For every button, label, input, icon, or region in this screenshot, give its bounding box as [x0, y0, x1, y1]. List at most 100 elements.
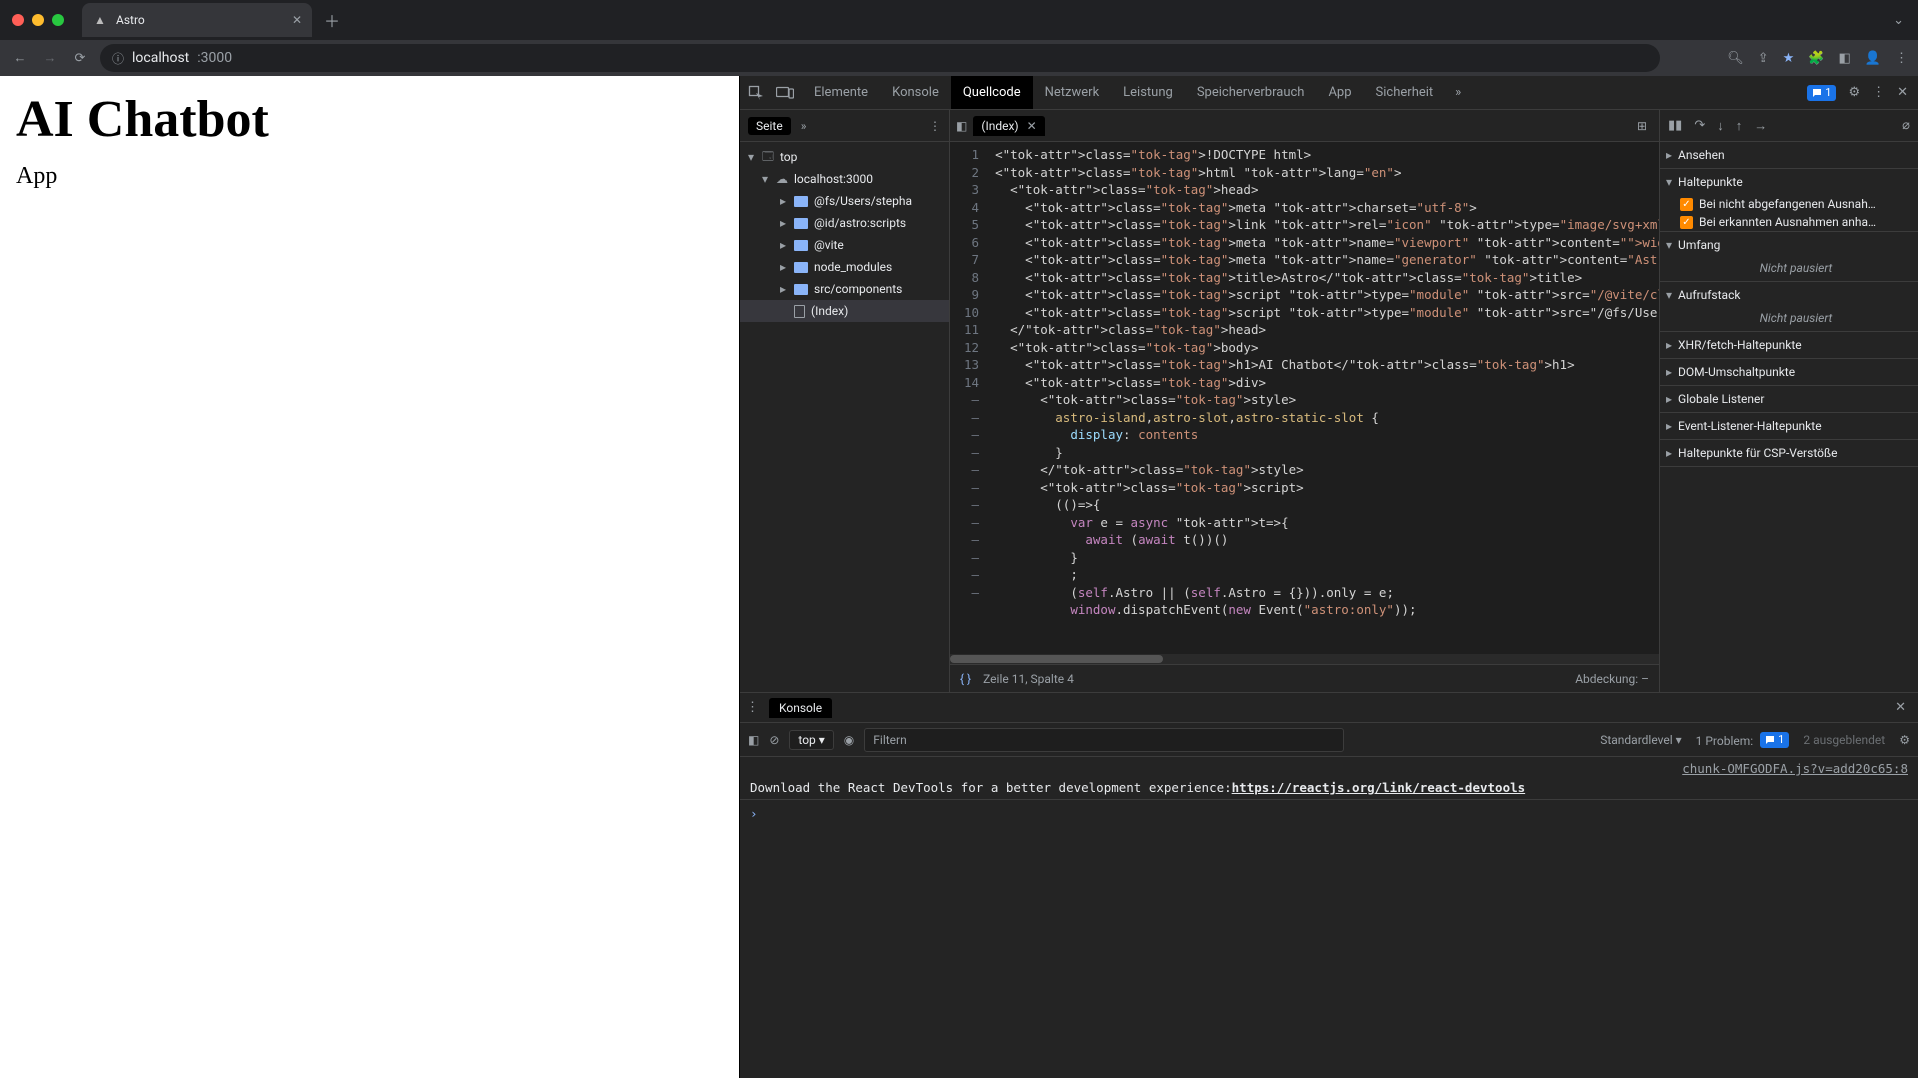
browser-tab[interactable]: ▲ Astro ✕	[82, 3, 312, 37]
pause-resume-icon[interactable]: ▮▮	[1668, 118, 1682, 133]
section-global[interactable]: ▸Globale Listener	[1660, 386, 1918, 412]
callstack-state: Nicht pausiert	[1660, 308, 1918, 331]
checkbox-checked-icon[interactable]: ✓	[1680, 216, 1693, 229]
settings-gear-icon[interactable]: ⚙	[1848, 85, 1860, 100]
sources-nav-overflow-icon[interactable]: »	[801, 119, 807, 133]
drawer-menu-icon[interactable]: ⋮	[746, 700, 759, 715]
bookmark-star-icon[interactable]: ★	[1783, 51, 1795, 66]
step-into-icon[interactable]: ↓	[1717, 118, 1724, 134]
sources-page-tab[interactable]: Seite	[748, 117, 791, 135]
inspect-element-icon[interactable]	[748, 85, 764, 101]
step-icon[interactable]: →	[1754, 118, 1767, 134]
execution-context-select[interactable]: top ▾	[789, 730, 833, 750]
profile-icon[interactable]: 👤	[1865, 51, 1881, 66]
minimize-window-icon[interactable]	[32, 14, 44, 26]
tab-console[interactable]: Konsole	[880, 76, 951, 109]
folder-icon	[794, 240, 808, 251]
debugger-sidebar: ▮▮ ↷ ↓ ↑ → ⌀ ▸Ansehen ▾Haltepunkte ✓Bei …	[1660, 110, 1918, 692]
search-icon[interactable]: 🔍︎	[1727, 51, 1744, 66]
section-watch[interactable]: ▸Ansehen	[1660, 142, 1918, 168]
section-breakpoints[interactable]: ▾Haltepunkte	[1660, 169, 1918, 195]
file-tree: ▾🗔top ▾☁localhost:3000 ▸@fs/Users/stepha…	[740, 142, 949, 692]
console-prompt[interactable]: ›	[740, 802, 1918, 825]
url-host: localhost	[132, 50, 189, 66]
tree-host[interactable]: ▾☁localhost:3000	[740, 168, 949, 190]
reload-button[interactable]: ⟳	[70, 51, 90, 66]
omnibox[interactable]: ⓘ localhost:3000	[100, 44, 1660, 72]
tab-application[interactable]: App	[1316, 76, 1363, 109]
tree-folder[interactable]: ▸@fs/Users/stepha	[740, 190, 949, 212]
tree-file-index[interactable]: (Index)	[740, 300, 949, 322]
section-scope[interactable]: ▾Umfang	[1660, 232, 1918, 258]
tab-elements[interactable]: Elemente	[802, 76, 880, 109]
log-level-select[interactable]: Standardlevel ▾	[1600, 733, 1681, 747]
chrome-menu-icon[interactable]: ⋮	[1895, 51, 1908, 66]
console-source-link-row: chunk-OMFGODFA.js?v=add20c65:8	[740, 759, 1918, 778]
page-heading: AI Chatbot	[16, 90, 723, 149]
problems-count[interactable]: 1 Problem: 1	[1696, 732, 1790, 748]
share-icon[interactable]: ⇪	[1758, 51, 1769, 66]
section-event[interactable]: ▸Event-Listener-Haltepunkte	[1660, 413, 1918, 439]
astro-favicon-icon: ▲	[92, 12, 108, 28]
horizontal-scrollbar[interactable]	[950, 654, 1659, 664]
console-filter-input[interactable]: Filtern	[864, 728, 1344, 752]
console-settings-icon[interactable]: ⚙	[1899, 733, 1910, 747]
close-window-icon[interactable]	[12, 14, 24, 26]
cursor-position: Zeile 11, Spalte 4	[983, 672, 1074, 686]
breakpoint-caught[interactable]: ✓Bei erkannten Ausnahmen anha…	[1660, 213, 1918, 231]
react-devtools-link[interactable]: https://reactjs.org/link/react-devtools	[1232, 780, 1526, 795]
drawer-tab-console[interactable]: Konsole	[769, 698, 832, 718]
section-xhr[interactable]: ▸XHR/fetch-Haltepunkte	[1660, 332, 1918, 358]
folder-icon	[794, 218, 808, 229]
deactivate-breakpoints-icon[interactable]: ⌀	[1902, 118, 1910, 133]
maximize-window-icon[interactable]	[52, 14, 64, 26]
hidden-messages[interactable]: 2 ausgeblendet	[1803, 733, 1885, 747]
address-bar: ← → ⟳ ⓘ localhost:3000 🔍︎ ⇪ ★ 🧩 ◧ 👤 ⋮	[0, 40, 1918, 76]
section-dom[interactable]: ▸DOM-Umschaltpunkte	[1660, 359, 1918, 385]
extensions-icon[interactable]: 🧩	[1808, 51, 1824, 66]
close-file-icon[interactable]: ✕	[1027, 119, 1037, 133]
tabs-overflow-icon[interactable]: »	[1445, 76, 1471, 109]
site-info-icon[interactable]: ⓘ	[112, 50, 124, 67]
section-csp[interactable]: ▸Haltepunkte für CSP-Verstöße	[1660, 440, 1918, 466]
tree-folder[interactable]: ▸src/components	[740, 278, 949, 300]
message-source-link[interactable]: chunk-OMFGODFA.js?v=add20c65:8	[1682, 761, 1908, 776]
close-tab-icon[interactable]: ✕	[292, 13, 302, 27]
tree-top[interactable]: ▾🗔top	[740, 146, 949, 168]
tree-folder[interactable]: ▸@id/astro:scripts	[740, 212, 949, 234]
tab-memory[interactable]: Speicherverbrauch	[1185, 76, 1317, 109]
toggle-navigator-icon[interactable]: ◧	[956, 119, 967, 133]
tab-list-chevron-icon[interactable]: ⌄	[1893, 13, 1904, 28]
breakpoint-uncaught[interactable]: ✓Bei nicht abgefangenen Ausnah…	[1660, 195, 1918, 213]
devtools-panel: Elemente Konsole Quellcode Netzwerk Leis…	[740, 76, 1918, 1078]
section-callstack[interactable]: ▾Aufrufstack	[1660, 282, 1918, 308]
pretty-print-icon[interactable]: { }	[960, 672, 971, 686]
close-drawer-icon[interactable]: ✕	[1895, 700, 1912, 715]
back-button[interactable]: ←	[10, 50, 30, 66]
tab-security[interactable]: Sicherheit	[1364, 76, 1446, 109]
code-lines[interactable]: <"tok-attr">class="tok-tag">!DOCTYPE htm…	[987, 142, 1659, 654]
tab-sources[interactable]: Quellcode	[951, 76, 1033, 109]
tab-network[interactable]: Netzwerk	[1033, 76, 1112, 109]
tab-performance[interactable]: Leistung	[1111, 76, 1185, 109]
close-devtools-icon[interactable]: ✕	[1897, 85, 1908, 100]
sidepanel-icon[interactable]: ◧	[1839, 51, 1851, 66]
sources-sidebar-menu-icon[interactable]: ⋮	[929, 119, 941, 133]
devtools-menu-icon[interactable]: ⋮	[1872, 85, 1885, 100]
devtools-tab-bar: Elemente Konsole Quellcode Netzwerk Leis…	[740, 76, 1918, 110]
step-over-icon[interactable]: ↷	[1694, 118, 1705, 133]
issues-badge[interactable]: 1	[1807, 85, 1836, 101]
live-expression-icon[interactable]: ◉	[844, 733, 854, 747]
checkbox-checked-icon[interactable]: ✓	[1680, 198, 1693, 211]
open-file-tab[interactable]: (Index) ✕	[973, 116, 1044, 136]
new-snippet-icon[interactable]: ⊞	[1637, 119, 1647, 133]
console-sidebar-toggle-icon[interactable]: ◧	[748, 733, 759, 747]
step-out-icon[interactable]: ↑	[1736, 118, 1743, 134]
tree-folder[interactable]: ▸node_modules	[740, 256, 949, 278]
forward-button[interactable]: →	[40, 50, 60, 66]
clear-console-icon[interactable]: ⊘	[769, 733, 779, 747]
device-toggle-icon[interactable]	[776, 86, 794, 100]
tree-folder[interactable]: ▸@vite	[740, 234, 949, 256]
new-tab-button[interactable]: ＋	[318, 8, 346, 32]
file-icon	[794, 305, 805, 318]
